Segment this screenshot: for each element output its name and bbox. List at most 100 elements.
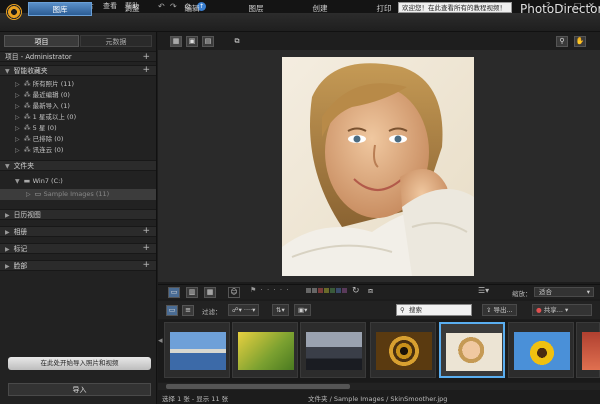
thumbnail-view-icon[interactable]: ▭ xyxy=(166,305,178,316)
smart-item-1-star[interactable]: ▷ ⁂ 1 星或以上 (0) xyxy=(0,112,156,123)
thumbnail-sunflower[interactable] xyxy=(508,322,574,378)
compare-mode-icon[interactable]: ▥ xyxy=(186,287,198,298)
add-tag-icon[interactable]: + xyxy=(142,243,150,254)
selection-status: 选择 1 张 - 显示 11 张 xyxy=(162,395,229,403)
single-view-icon[interactable]: ▣ xyxy=(186,36,198,47)
tutorial-notice[interactable]: 欢迎您！在此查看所有的教程视频！ xyxy=(398,2,512,13)
filmstrip-view-icon[interactable]: ▭ xyxy=(168,287,180,298)
search-input[interactable]: ⚲ 搜索 xyxy=(396,304,472,316)
smart-item-all[interactable]: ▷ ⁂ 所有照片 (11) xyxy=(0,79,156,90)
color-labels[interactable] xyxy=(306,288,347,293)
expand-triangle-icon[interactable]: ▶ xyxy=(5,263,10,270)
smart-collections-header[interactable]: ▼ 智能收藏夹 + xyxy=(0,65,156,76)
smart-item-label: 最近编辑 (0) xyxy=(32,91,70,99)
albums-header[interactable]: ▶ 相册 + xyxy=(0,226,156,237)
smart-item-excluded[interactable]: ▷ ⁂ 已排除 (0) xyxy=(0,134,156,145)
list-view-icon[interactable]: ≡ xyxy=(182,305,194,316)
tab-project[interactable]: 项目 xyxy=(4,35,79,47)
list-menu-icon[interactable]: ☰▾ xyxy=(478,286,489,295)
thumbnail-mountain-lake[interactable] xyxy=(164,322,230,378)
thumbnail-spiral-staircase[interactable] xyxy=(370,322,436,378)
calendar-header[interactable]: ▶ 日历视图 xyxy=(0,209,156,220)
smart-item-5-star[interactable]: ▷ ⁂ 5 星 (0) xyxy=(0,123,156,134)
multi-view-icon[interactable]: ▦ xyxy=(204,287,216,298)
collapse-triangle-icon[interactable]: ▼ xyxy=(5,68,10,75)
zoom-tool-icon[interactable]: ⚲ xyxy=(556,36,568,47)
smart-collection-icon: ⁂ xyxy=(23,91,31,99)
collapse-triangle-icon[interactable]: ▼ xyxy=(5,163,10,170)
expand-triangle-icon[interactable]: ▶ xyxy=(5,229,10,236)
chevron-down-icon: ▾ xyxy=(565,306,569,314)
thumbnail-portrait-selected[interactable] xyxy=(439,322,505,378)
expand-triangle-icon[interactable]: ▶ xyxy=(5,212,10,219)
export-button[interactable]: ⇪ 导出... xyxy=(482,304,517,316)
add-album-icon[interactable]: + xyxy=(142,226,150,237)
compare-view-icon[interactable]: ▦ xyxy=(170,36,182,47)
search-icon: ⚲ xyxy=(400,306,405,314)
fullscreen-icon[interactable]: ⧉ xyxy=(231,36,243,47)
flag-icon[interactable]: ⚑ · · · · · xyxy=(250,286,290,294)
search-placeholder: 搜索 xyxy=(409,306,422,314)
add-project-icon[interactable]: + xyxy=(142,52,150,63)
smart-item-cloud[interactable]: ▷ ⁂ 讯连云 (0) xyxy=(0,145,156,156)
crop-icon[interactable]: ⧈ xyxy=(368,286,373,296)
expand-triangle-icon[interactable]: ▶ xyxy=(5,246,10,253)
add-face-icon[interactable]: + xyxy=(142,260,150,271)
folders-header[interactable]: ▼ 文件夹 xyxy=(0,160,156,171)
zoom-select[interactable]: 适合 ▾ xyxy=(534,287,594,297)
folder-drive[interactable]: ▼ ▬ Win7 (C:) xyxy=(0,176,156,187)
share-button[interactable]: ● 共享... ▾ xyxy=(532,304,592,316)
smart-collection-icon: ⁂ xyxy=(23,135,31,143)
calendar-title: 日历视图 xyxy=(13,211,41,219)
faces-header[interactable]: ▶ 脸部 + xyxy=(0,260,156,271)
thumbnail-dark-landscape[interactable] xyxy=(300,322,366,378)
folder-sample-images[interactable]: ▷ ▭ Sample Images (11) xyxy=(0,189,156,200)
filter-type-button[interactable]: ☍▾ ····▾ xyxy=(228,304,260,316)
smart-collection-icon: ⁂ xyxy=(23,124,31,132)
filmstrip-scroll-thumb[interactable] xyxy=(166,384,350,389)
folder-subfolder-label: Sample Images (11) xyxy=(43,190,110,198)
rotate-icon[interactable]: ↻ xyxy=(352,286,360,296)
import-tip[interactable]: 在此处开始导入照片和视频 xyxy=(8,357,151,370)
filter-label: 过滤： xyxy=(202,308,222,316)
portrait-image xyxy=(282,57,474,276)
smart-item-label: 所有照片 (11) xyxy=(32,80,75,88)
smart-item-label: 已排除 (0) xyxy=(32,135,64,143)
albums-title: 相册 xyxy=(13,228,28,236)
sort-button[interactable]: ⇅▾ xyxy=(272,304,289,316)
add-smart-collection-icon[interactable]: + xyxy=(142,65,150,76)
main-photo[interactable] xyxy=(282,57,474,276)
export-label: 导出... xyxy=(493,306,513,314)
smart-collection-icon: ⁂ xyxy=(23,102,31,110)
smart-collection-icon: ⁂ xyxy=(23,113,31,121)
smart-item-label: 1 星或以上 (0) xyxy=(32,113,77,121)
tab-layers[interactable]: 图层 xyxy=(236,2,276,16)
tab-print[interactable]: 打印 xyxy=(364,2,404,16)
folder-icon: ▭ xyxy=(34,190,42,198)
tab-adjust[interactable]: 调整 xyxy=(112,2,152,16)
smart-item-label: 最新导入 (1) xyxy=(32,102,70,110)
smart-item-latest-import[interactable]: ▷ ⁂ 最新导入 (1) xyxy=(0,101,156,112)
face-tag-icon[interactable]: ☺ xyxy=(228,287,240,298)
project-header: 项目 - Administrator + xyxy=(0,51,156,62)
thumbnail-bicycle-field[interactable] xyxy=(232,322,298,378)
tags-header[interactable]: ▶ 标记 + xyxy=(0,243,156,254)
scroll-left-icon[interactable]: ◂ xyxy=(158,336,163,346)
tab-edit[interactable]: 编辑 xyxy=(172,2,212,16)
project-label: 项目 - Administrator xyxy=(5,53,72,61)
hand-tool-icon[interactable]: ✋ xyxy=(574,36,586,47)
zoom-label: 缩放： xyxy=(512,290,532,298)
zoom-value: 适合 xyxy=(539,288,552,296)
grid-view-icon[interactable]: ▤ xyxy=(202,36,214,47)
stack-button[interactable]: ▣▾ xyxy=(294,304,312,316)
smart-item-recent-edit[interactable]: ▷ ⁂ 最近编辑 (0) xyxy=(0,90,156,101)
tab-library[interactable]: 图库 xyxy=(28,2,92,16)
smart-collection-icon: ⁂ xyxy=(23,146,31,154)
tab-metadata[interactable]: 元数据 xyxy=(80,35,152,47)
import-button[interactable]: 导入 xyxy=(8,383,151,396)
view-toolbar xyxy=(158,32,600,50)
smart-item-label: 讯连云 (0) xyxy=(32,146,64,154)
tab-create[interactable]: 创建 xyxy=(300,2,340,16)
thumbnail-partial[interactable] xyxy=(576,322,600,378)
undo-icon[interactable]: ↶ xyxy=(158,2,165,11)
